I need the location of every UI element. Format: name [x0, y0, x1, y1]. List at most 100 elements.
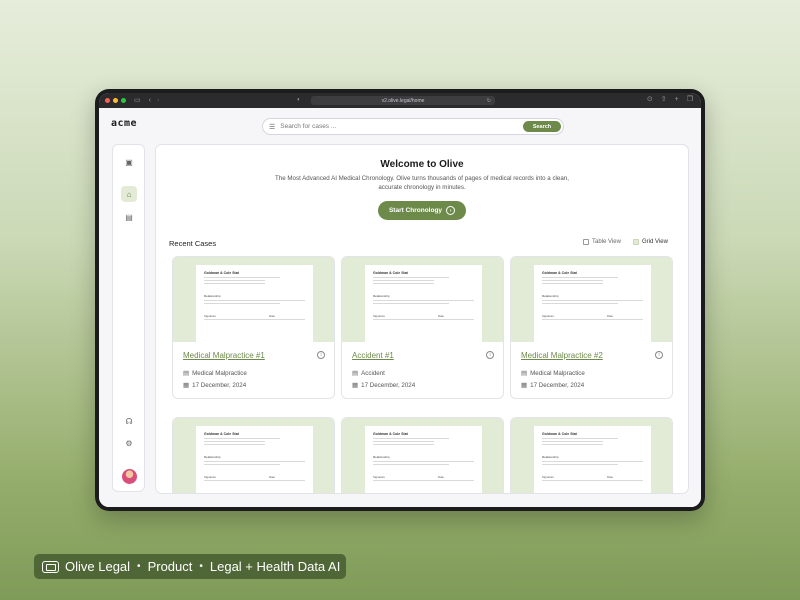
document-preview: Goldman & Cole Stat Relationship Signatu…: [365, 265, 482, 342]
table-view-toggle[interactable]: Table View: [583, 239, 621, 245]
reload-icon[interactable]: ↻: [487, 98, 491, 104]
doc-line: [542, 319, 643, 320]
case-thumbnail[interactable]: Goldman & Cole Stat Relationship Signatu…: [342, 257, 503, 342]
doc-sign-right: Date: [607, 314, 613, 318]
doc-signature-row: Signature Date: [204, 475, 305, 479]
start-chronology-label: Start Chronology: [388, 207, 443, 214]
case-thumbnail[interactable]: Goldman & Cole Stat Relationship Signatu…: [511, 418, 672, 493]
welcome-subtitle: The Most Advanced AI Medical Chronology.…: [275, 175, 569, 191]
caption-badge: Olive Legal • Product • Legal + Health D…: [34, 554, 346, 579]
case-card[interactable]: Goldman & Cole Stat Relationship Signatu…: [172, 417, 335, 493]
case-name-link[interactable]: Medical Malpractice #1: [183, 351, 265, 360]
doc-sign-left: Signature: [542, 475, 554, 479]
case-date: ▦ 17 December, 2024: [183, 381, 247, 390]
case-card[interactable]: Goldman & Cole Stat Relationship Signatu…: [510, 417, 673, 493]
document-preview: Goldman & Cole Stat Relationship Signatu…: [365, 426, 482, 493]
doc-line: [542, 438, 618, 439]
search-button[interactable]: Search: [523, 121, 561, 132]
search-input[interactable]: [280, 123, 511, 130]
window-controls: [105, 98, 126, 103]
doc-line: [204, 300, 305, 301]
start-chronology-button[interactable]: Start Chronology ›: [378, 201, 466, 220]
home-icon[interactable]: ⌂: [121, 186, 137, 202]
doc-line: [542, 277, 618, 278]
share-icon[interactable]: ⇧: [661, 96, 667, 103]
info-icon[interactable]: i: [317, 351, 325, 359]
case-thumbnail[interactable]: Goldman & Cole Stat Relationship Signatu…: [173, 257, 334, 342]
case-thumbnail[interactable]: Goldman & Cole Stat Relationship Signatu…: [511, 257, 672, 342]
case-date-label: 17 December, 2024: [192, 381, 247, 389]
doc-sign-right: Date: [607, 475, 613, 479]
browser-toolbar: ▭ ‹ › ◐ v2.olive.legal/home ↻ ⊙ ⇧ + ❐: [99, 93, 701, 108]
doc-signature-row: Signature Date: [373, 475, 474, 479]
doc-title: Goldman & Cole Stat: [373, 432, 408, 436]
document-preview: Goldman & Cole Stat Relationship Signatu…: [534, 265, 651, 342]
avatar[interactable]: [122, 469, 137, 484]
back-icon[interactable]: ‹: [149, 97, 151, 104]
main-panel: Welcome to Olive The Most Advanced AI Me…: [155, 144, 689, 494]
doc-sign-left: Signature: [373, 475, 385, 479]
doc-line: [204, 464, 280, 465]
calendar-icon: ▦: [352, 382, 359, 389]
case-type: ▤ Medical Malpractice: [183, 369, 247, 378]
case-name-link[interactable]: Accident #1: [352, 351, 394, 360]
sidebar-toggle-icon[interactable]: ▭: [134, 97, 141, 104]
case-date: ▦ 17 December, 2024: [352, 381, 416, 390]
case-card[interactable]: Goldman & Cole Stat Relationship Signatu…: [172, 256, 335, 399]
doc-line: [542, 461, 643, 462]
doc-line: [204, 438, 280, 439]
case-type: ▤ Accident: [352, 369, 385, 378]
info-icon[interactable]: i: [655, 351, 663, 359]
search-bar: ☰ Search: [262, 118, 564, 135]
device-frame: ▭ ‹ › ◐ v2.olive.legal/home ↻ ⊙ ⇧ + ❐ ac…: [95, 89, 705, 511]
logo[interactable]: acme: [111, 118, 137, 129]
search-icon: ☰: [269, 123, 276, 131]
doc-line: [204, 303, 280, 304]
doc-title: Goldman & Cole Stat: [542, 432, 577, 436]
doc-line: [373, 319, 474, 320]
grid-icon: [633, 239, 639, 245]
case-type-label: Medical Malpractice: [192, 369, 247, 377]
forward-icon[interactable]: ›: [157, 97, 159, 104]
case-thumbnail[interactable]: Goldman & Cole Stat Relationship Signatu…: [342, 418, 503, 493]
case-card[interactable]: Goldman & Cole Stat Relationship Signatu…: [341, 417, 504, 493]
case-type-label: Accident: [361, 369, 385, 377]
close-window-button[interactable]: [105, 98, 110, 103]
info-icon[interactable]: i: [486, 351, 494, 359]
doc-sign-left: Signature: [204, 314, 216, 318]
grid-view-label: Grid View: [642, 239, 668, 245]
doc-line: [373, 464, 449, 465]
case-date-label: 17 December, 2024: [361, 381, 416, 389]
welcome-title: Welcome to Olive: [380, 159, 464, 170]
calendar-icon: ▦: [183, 382, 190, 389]
caption-tag-domain: Legal + Health Data AI: [209, 559, 341, 574]
doc-line: [204, 461, 305, 462]
doc-line: [373, 438, 449, 439]
tab-overview-icon[interactable]: ❐: [687, 96, 693, 103]
gear-icon[interactable]: ⚙: [121, 435, 137, 451]
dashboard-icon[interactable]: ▣: [121, 154, 137, 170]
headset-icon[interactable]: ☊: [121, 413, 137, 429]
doc-section-label: Relationship: [373, 455, 390, 459]
doc-section-label: Relationship: [542, 455, 559, 459]
documents-icon[interactable]: ▤: [121, 209, 137, 225]
app: acme ☰ Search ▣ ⌂ ▤ ☊ ⚙ Welcome to Olive…: [99, 108, 701, 507]
new-tab-icon[interactable]: +: [675, 96, 679, 103]
case-card[interactable]: Goldman & Cole Stat Relationship Signatu…: [341, 256, 504, 399]
case-thumbnail[interactable]: Goldman & Cole Stat Relationship Signatu…: [173, 418, 334, 493]
doc-line: [373, 461, 474, 462]
document-preview: Goldman & Cole Stat Relationship Signatu…: [196, 426, 313, 493]
shield-icon[interactable]: ◐: [297, 97, 301, 103]
doc-line: [373, 303, 449, 304]
case-type-icon: ▤: [521, 370, 528, 377]
download-icon[interactable]: ⊙: [647, 96, 653, 103]
doc-sign-left: Signature: [373, 314, 385, 318]
grid-view-toggle[interactable]: Grid View: [633, 239, 668, 245]
maximize-window-button[interactable]: [121, 98, 126, 103]
doc-sign-left: Signature: [542, 314, 554, 318]
doc-section-label: Relationship: [204, 294, 221, 298]
address-bar[interactable]: v2.olive.legal/home ↻: [311, 96, 495, 105]
case-card[interactable]: Goldman & Cole Stat Relationship Signatu…: [510, 256, 673, 399]
case-name-link[interactable]: Medical Malpractice #2: [521, 351, 603, 360]
minimize-window-button[interactable]: [113, 98, 118, 103]
